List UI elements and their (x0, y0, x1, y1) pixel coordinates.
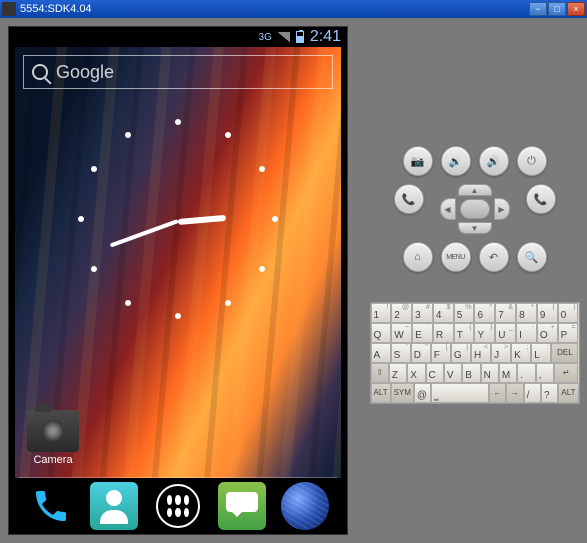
hardware-keyboard: 1!2@3#4$5%6^7&8*9(0) QW~E´R`T{Y}U_I-O+P=… (370, 302, 580, 404)
home-button[interactable]: ⌂ (403, 242, 433, 272)
key-p[interactable]: P= (558, 323, 579, 343)
maximize-button[interactable]: □ (548, 2, 566, 16)
browser-app-icon[interactable] (281, 482, 329, 530)
status-bar: 3G 2:41 (9, 27, 347, 47)
key-t[interactable]: T{ (454, 323, 475, 343)
key-del[interactable]: DEL (551, 343, 578, 363)
key-r[interactable]: R` (433, 323, 454, 343)
key-,[interactable]: , (536, 363, 554, 383)
key-f[interactable]: F[ (431, 343, 451, 363)
app-icon (2, 2, 16, 16)
home-wallpaper[interactable]: Google Camera (15, 47, 341, 478)
key-1[interactable]: 1! (371, 303, 392, 323)
key-m[interactable]: M (499, 363, 517, 383)
key-0[interactable]: 0) (558, 303, 579, 323)
window-title: 5554:SDK4.04 (20, 3, 529, 15)
call-button[interactable]: 📞 (394, 184, 424, 214)
key-w[interactable]: W~ (391, 323, 412, 343)
key-6[interactable]: 6^ (474, 303, 495, 323)
key-⇧[interactable]: ⇧ (371, 363, 389, 383)
window-titlebar: 5554:SDK4.04 − □ × (0, 0, 587, 18)
phone-app-icon[interactable] (27, 482, 75, 530)
key-i[interactable]: I- (516, 323, 537, 343)
contacts-app-icon[interactable] (90, 482, 138, 530)
minimize-button[interactable]: − (529, 2, 547, 16)
battery-icon (296, 31, 304, 43)
network-label: 3G (259, 32, 272, 43)
key-⎵[interactable]: ⎵ (431, 383, 488, 403)
camera-app-shortcut[interactable]: Camera (27, 410, 79, 466)
dpad-up[interactable]: ▲ (458, 184, 492, 196)
key-g[interactable]: G] (451, 343, 471, 363)
key-9[interactable]: 9( (537, 303, 558, 323)
key-n[interactable]: N (481, 363, 499, 383)
key-l[interactable]: L: (531, 343, 551, 363)
key-alt[interactable]: ALT (558, 383, 578, 403)
key-7[interactable]: 7& (495, 303, 516, 323)
key-q[interactable]: Q (371, 323, 392, 343)
key-.[interactable]: . (517, 363, 535, 383)
key-x[interactable]: X (407, 363, 425, 383)
key-h[interactable]: H< (471, 343, 491, 363)
key-4[interactable]: 4$ (433, 303, 454, 323)
key-3[interactable]: 3# (412, 303, 433, 323)
google-search-bar[interactable]: Google (23, 55, 333, 89)
key-2[interactable]: 2@ (391, 303, 412, 323)
key-z[interactable]: Z (389, 363, 407, 383)
hour-hand (178, 215, 226, 225)
dpad-left[interactable]: ◀ (440, 198, 456, 220)
key-v[interactable]: V (444, 363, 462, 383)
key-8[interactable]: 8* (516, 303, 537, 323)
key-j[interactable]: J> (491, 343, 511, 363)
volume-up-button[interactable]: 🔊 (479, 146, 509, 176)
key-left[interactable]: ← (489, 383, 506, 403)
key-c[interactable]: C (426, 363, 444, 383)
back-button[interactable]: ↶ (479, 242, 509, 272)
key-5[interactable]: 5% (454, 303, 475, 323)
key-↵[interactable]: ↵ (554, 363, 579, 383)
close-button[interactable]: × (567, 2, 585, 16)
camera-label: Camera (27, 454, 79, 466)
dpad: ▲ ▼ ◀ ▶ (436, 184, 514, 234)
signal-icon (278, 32, 290, 42)
key-?[interactable]: ? (541, 383, 558, 403)
key-/[interactable]: / (524, 383, 541, 403)
volume-down-button[interactable]: 🔉 (441, 146, 471, 176)
key-b[interactable]: B (462, 363, 480, 383)
key-sym[interactable]: SYM (391, 383, 414, 403)
key-@[interactable]: @ (414, 383, 431, 403)
apps-grid-icon (156, 484, 200, 528)
emulator-screen[interactable]: 3G 2:41 Google Cam (8, 26, 348, 535)
key-right[interactable]: → (506, 383, 523, 403)
status-clock: 2:41 (310, 28, 341, 46)
emulator-controls: 📷 🔉 🔊 ⏻ 📞 ▲ ▼ ◀ ▶ 📞 ⌂ MENU ↶ (362, 18, 587, 543)
key-d[interactable]: D" (411, 343, 431, 363)
camera-hw-button[interactable]: 📷 (403, 146, 433, 176)
key-s[interactable]: S' (391, 343, 411, 363)
search-placeholder: Google (56, 62, 114, 83)
app-drawer-button[interactable] (154, 482, 202, 530)
key-u[interactable]: U_ (495, 323, 516, 343)
search-icon (32, 64, 48, 80)
dpad-down[interactable]: ▼ (458, 222, 492, 234)
key-alt[interactable]: ALT (371, 383, 391, 403)
power-button[interactable]: ⏻ (517, 146, 547, 176)
camera-icon (27, 410, 79, 452)
dock (9, 478, 347, 534)
dpad-center[interactable] (460, 199, 490, 219)
key-e[interactable]: E´ (412, 323, 433, 343)
analog-clock-widget[interactable] (78, 119, 278, 319)
end-call-button[interactable]: 📞 (526, 184, 556, 214)
menu-button[interactable]: MENU (441, 242, 471, 272)
key-k[interactable]: K; (511, 343, 531, 363)
key-y[interactable]: Y} (474, 323, 495, 343)
messaging-app-icon[interactable] (218, 482, 266, 530)
key-o[interactable]: O+ (537, 323, 558, 343)
dpad-right[interactable]: ▶ (494, 198, 510, 220)
key-a[interactable]: A (371, 343, 391, 363)
search-hw-button[interactable]: 🔍 (517, 242, 547, 272)
minute-hand (110, 219, 179, 247)
